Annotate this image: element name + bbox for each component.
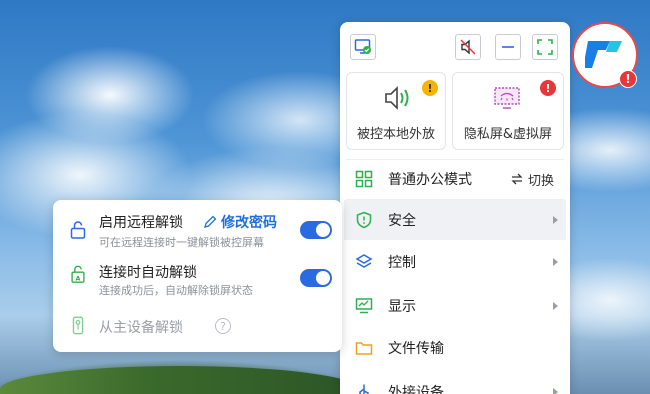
- menu-item-file-transfer[interactable]: 文件传输: [344, 328, 566, 368]
- control-panel: ! 被控本地外放 ! 隐私屏&虚拟屏 普通办公模式 切换 安全 控制 显示 文件…: [340, 22, 570, 394]
- auto-unlock-toggle[interactable]: [300, 269, 332, 287]
- remote-unlock-title: 启用远程解锁: [99, 215, 183, 231]
- fullscreen-button[interactable]: [532, 34, 558, 60]
- security-submenu: 启用远程解锁 修改密码 可在远程连接时一键解锁被控屏幕 A 连接时自动解锁 连接…: [53, 200, 342, 352]
- fullscreen-icon: [537, 39, 553, 55]
- mode-label: 普通办公模式: [388, 172, 472, 188]
- error-badge: !: [540, 80, 556, 96]
- pencil-icon: [204, 215, 217, 228]
- remote-unlock-desc: 可在远程连接时一键解锁被控屏幕: [99, 236, 264, 249]
- switch-label: 切换: [527, 173, 554, 189]
- key-icon: [72, 316, 84, 335]
- auto-unlock-desc: 连接成功后，自动解除锁屏状态: [99, 284, 253, 297]
- svg-text:A: A: [76, 275, 81, 282]
- device-unlock-title: 从主设备解锁: [99, 320, 183, 336]
- chevron-right-icon: [553, 302, 558, 310]
- chevron-right-icon: [553, 216, 558, 224]
- tile-privacy-screen[interactable]: ! 隐私屏&虚拟屏: [452, 72, 564, 150]
- grid-icon: [354, 169, 374, 189]
- office-mode-row: 普通办公模式 切换: [344, 159, 566, 199]
- warning-badge: !: [422, 80, 438, 96]
- menu-item-label: 外接设备: [388, 385, 444, 394]
- tile-label: 被控本地外放: [356, 127, 435, 142]
- app-logo-icon: [585, 41, 622, 68]
- change-password-link[interactable]: 修改密码: [203, 212, 277, 232]
- privacy-screen-icon: [494, 87, 520, 109]
- menu-item-control[interactable]: 控制: [344, 242, 566, 282]
- screen-check-icon: [354, 39, 371, 54]
- menu-item-external-devices[interactable]: 外接设备: [344, 372, 566, 394]
- menu-item-label: 控制: [388, 255, 416, 271]
- monitor-icon: [354, 296, 374, 316]
- remote-unlock-toggle[interactable]: [300, 221, 332, 239]
- tile-local-speaker[interactable]: ! 被控本地外放: [346, 72, 446, 150]
- change-password-label: 修改密码: [221, 215, 277, 231]
- tile-label: 隐私屏&虚拟屏: [463, 127, 553, 142]
- auto-unlock-title: 连接时自动解锁: [99, 265, 197, 281]
- alert-badge: !: [619, 70, 637, 88]
- usb-icon: [354, 382, 374, 394]
- speaker-icon: [385, 86, 409, 110]
- auto-unlock-icon: A: [71, 265, 85, 283]
- folder-icon: [354, 338, 374, 358]
- minimize-icon: [502, 46, 514, 48]
- speaker-muted-icon: [460, 39, 476, 55]
- menu-item-label: 文件传输: [388, 341, 444, 357]
- menu-item-display[interactable]: 显示: [344, 286, 566, 326]
- chevron-right-icon: [553, 258, 558, 266]
- layers-icon: [354, 252, 374, 272]
- menu-item-security[interactable]: 安全: [344, 200, 566, 240]
- help-icon[interactable]: ?: [215, 318, 231, 334]
- screen-check-button[interactable]: [350, 34, 376, 60]
- unlock-icon: [70, 221, 86, 239]
- menu-item-label: 显示: [388, 299, 416, 315]
- mute-button[interactable]: [455, 34, 481, 60]
- chevron-right-icon: [553, 388, 558, 394]
- switch-mode-button[interactable]: 切换: [510, 170, 554, 189]
- switch-icon: [511, 173, 523, 185]
- minimize-button[interactable]: [495, 34, 521, 60]
- shield-icon: [354, 210, 374, 230]
- menu-item-label: 安全: [388, 213, 416, 229]
